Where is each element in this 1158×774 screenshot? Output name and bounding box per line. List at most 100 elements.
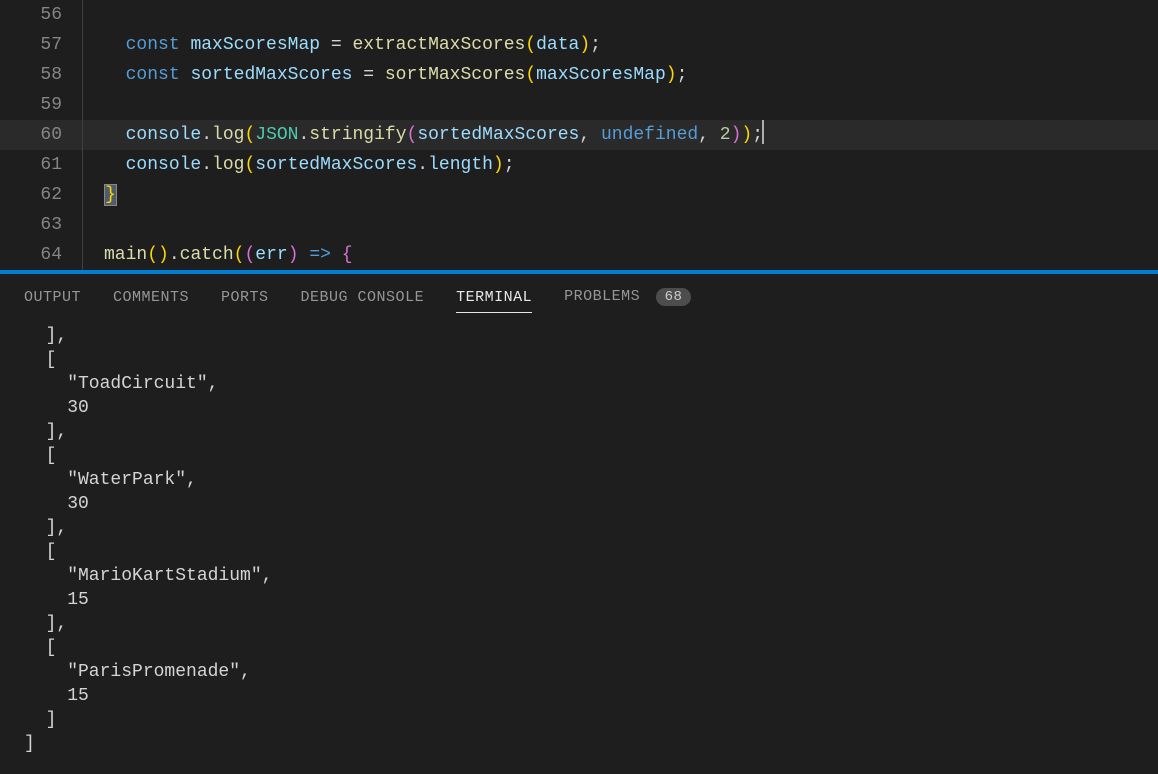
line-number: 58 <box>0 60 82 90</box>
code-line[interactable]: 59 <box>0 90 1158 120</box>
terminal-output[interactable]: ], [ "ToadCircuit", 30 ], [ "WaterPark",… <box>0 318 1158 762</box>
code-token: sortMaxScores <box>385 65 525 85</box>
code-token: log <box>212 125 244 145</box>
code-token: const <box>126 35 180 55</box>
tab-debug-console[interactable]: DEBUG CONSOLE <box>301 283 425 313</box>
code-token: ) <box>741 125 752 145</box>
code-token: ) <box>666 65 677 85</box>
code-token: const <box>126 65 180 85</box>
code-token <box>104 35 126 55</box>
code-editor[interactable]: 5657 const maxScoresMap = extractMaxScor… <box>0 0 1158 270</box>
code-token: } <box>104 184 117 206</box>
gutter <box>82 30 104 60</box>
code-token: ( <box>525 65 536 85</box>
code-line[interactable]: 56 <box>0 0 1158 30</box>
code-token: 2 <box>720 125 731 145</box>
gutter <box>82 90 104 120</box>
code-token <box>299 245 310 265</box>
code-token: { <box>342 245 353 265</box>
code-token <box>104 125 126 145</box>
tab-terminal[interactable]: TERMINAL <box>456 283 532 313</box>
code-line[interactable]: 63 <box>0 210 1158 240</box>
code-token: undefined <box>601 125 698 145</box>
code-line[interactable]: 61 console.log(sortedMaxScores.length); <box>0 150 1158 180</box>
code-content[interactable]: const maxScoresMap = extractMaxScores(da… <box>104 30 1158 60</box>
code-token: ; <box>677 65 688 85</box>
code-line[interactable]: 60 console.log(JSON.stringify(sortedMaxS… <box>0 120 1158 150</box>
code-token: ; <box>504 155 515 175</box>
code-content[interactable]: console.log(JSON.stringify(sortedMaxScor… <box>104 120 1158 150</box>
code-content[interactable]: console.log(sortedMaxScores.length); <box>104 150 1158 180</box>
code-token: ) <box>493 155 504 175</box>
code-token: stringify <box>309 125 406 145</box>
code-token: ( <box>244 125 255 145</box>
gutter <box>82 0 104 30</box>
code-content[interactable] <box>104 210 1158 240</box>
code-token: ) <box>158 245 169 265</box>
code-token: = <box>320 35 352 55</box>
code-token <box>104 155 126 175</box>
code-token <box>180 35 191 55</box>
tab-output[interactable]: OUTPUT <box>24 283 81 313</box>
code-line[interactable]: 57 const maxScoresMap = extractMaxScores… <box>0 30 1158 60</box>
code-token: ( <box>244 245 255 265</box>
code-token: ( <box>147 245 158 265</box>
tab-problems[interactable]: PROBLEMS 68 <box>564 282 691 313</box>
code-token: ; <box>590 35 601 55</box>
gutter <box>82 120 104 150</box>
code-token: . <box>417 155 428 175</box>
gutter <box>82 240 104 270</box>
code-token: => <box>309 245 331 265</box>
code-token: sortedMaxScores <box>190 65 352 85</box>
code-token: ( <box>407 125 418 145</box>
code-token <box>104 65 126 85</box>
code-token: sortedMaxScores <box>255 155 417 175</box>
code-token: ) <box>579 35 590 55</box>
code-token: catch <box>180 245 234 265</box>
line-number: 64 <box>0 240 82 270</box>
code-token: . <box>169 245 180 265</box>
tab-comments[interactable]: COMMENTS <box>113 283 189 313</box>
code-content[interactable] <box>104 90 1158 120</box>
code-token: console <box>126 125 202 145</box>
code-token: console <box>126 155 202 175</box>
code-token: ( <box>525 35 536 55</box>
gutter <box>82 210 104 240</box>
code-token: length <box>428 155 493 175</box>
code-token: data <box>536 35 579 55</box>
code-token: , <box>579 125 601 145</box>
code-token: sortedMaxScores <box>417 125 579 145</box>
code-token: . <box>201 155 212 175</box>
code-token <box>180 65 191 85</box>
code-token: extractMaxScores <box>352 35 525 55</box>
code-token: maxScoresMap <box>190 35 320 55</box>
code-content[interactable]: const sortedMaxScores = sortMaxScores(ma… <box>104 60 1158 90</box>
line-number: 57 <box>0 30 82 60</box>
code-line[interactable]: 58 const sortedMaxScores = sortMaxScores… <box>0 60 1158 90</box>
line-number: 61 <box>0 150 82 180</box>
code-token: ( <box>244 155 255 175</box>
code-token: JSON <box>255 125 298 145</box>
text-cursor <box>762 120 764 144</box>
code-content[interactable] <box>104 0 1158 30</box>
code-token: , <box>698 125 720 145</box>
line-number: 60 <box>0 120 82 150</box>
code-token: ) <box>731 125 742 145</box>
code-content[interactable]: } <box>104 180 1158 210</box>
code-token: err <box>255 245 287 265</box>
code-content[interactable]: main().catch((err) => { <box>104 240 1158 270</box>
tab-ports[interactable]: PORTS <box>221 283 269 313</box>
code-token: main <box>104 245 147 265</box>
line-number: 59 <box>0 90 82 120</box>
line-number: 62 <box>0 180 82 210</box>
code-token: log <box>212 155 244 175</box>
code-token: ) <box>288 245 299 265</box>
gutter <box>82 150 104 180</box>
code-token: = <box>352 65 384 85</box>
code-token: maxScoresMap <box>536 65 666 85</box>
problems-count-badge: 68 <box>656 288 692 306</box>
code-line[interactable]: 64main().catch((err) => { <box>0 240 1158 270</box>
code-line[interactable]: 62} <box>0 180 1158 210</box>
gutter <box>82 180 104 210</box>
gutter <box>82 60 104 90</box>
